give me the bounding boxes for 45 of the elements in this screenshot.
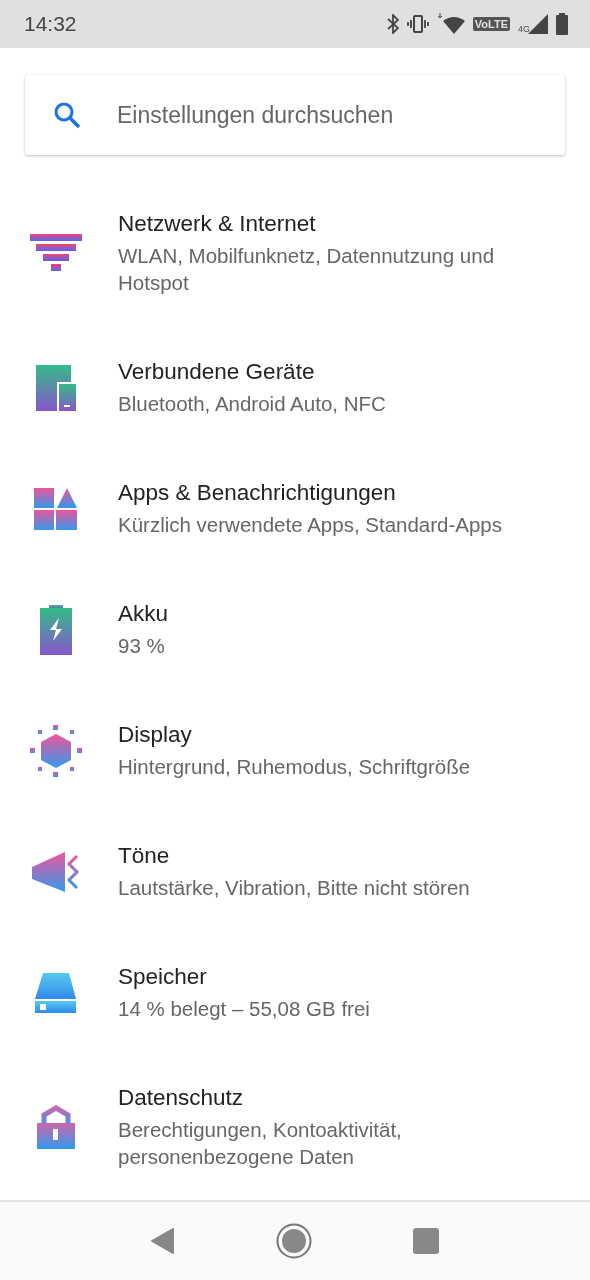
vibrate-icon [406, 15, 429, 33]
speaker-icon [32, 851, 80, 892]
item-title: Netzwerk & Internet [118, 210, 317, 238]
wifi-icon [436, 13, 465, 35]
item-title: Akku [118, 600, 169, 628]
status-time: 14:32 [24, 12, 77, 36]
item-summary: Berechtigungen, Kontoaktivität, personenbezogene Daten [118, 1117, 403, 1170]
item-title: Verbundene Geräte [118, 358, 316, 386]
battery-icon [556, 13, 568, 35]
item-summary: Lautstärke, Vibration, Bitte nicht stören [118, 875, 470, 901]
search-icon [53, 101, 81, 129]
item-summary: Hintergrund, Ruhemodus, Schriftgröße [118, 754, 471, 780]
brightness-icon [30, 724, 82, 777]
settings-item[interactable]: Datenschutz Berechtigungen, Kontoaktivität, personenbezogene Daten [0, 1053, 590, 1201]
settings-item[interactable]: Töne Lautstärke, Vibration, Bitte nicht stören [0, 811, 590, 932]
stacked-bars-icon [30, 234, 82, 272]
bluetooth-icon [386, 14, 399, 34]
item-title: Display [118, 721, 193, 749]
item-summary: Bluetooth, Android Auto, NFC [118, 391, 386, 417]
home-button[interactable] [276, 1223, 312, 1259]
settings-item[interactable]: Speicher 14 % belegt – 55,08 GB frei [0, 932, 590, 1053]
drive-icon [35, 972, 77, 1013]
item-summary: WLAN, Mobilfunknetz, Datennutzung und Hotspot [118, 243, 496, 296]
settings-item[interactable]: Akku 93 % [0, 569, 590, 690]
item-title: Speicher [118, 963, 208, 991]
back-button[interactable] [150, 1228, 175, 1254]
network-type: 4G [518, 24, 530, 34]
recents-button[interactable] [413, 1228, 440, 1254]
settings-item[interactable]: Apps & Benachrichtigungen Kürzlich verwendete Apps, Standard-Apps [0, 448, 590, 569]
item-summary: 14 % belegt – 55,08 GB frei [118, 996, 370, 1022]
signal-icon [528, 14, 548, 34]
item-title: Apps & Benachrichtigungen [118, 479, 397, 507]
settings-item[interactable]: Netzwerk & Internet WLAN, Mobilfunknetz, Datennutzung und Hotspot [0, 179, 590, 327]
volte-badge: VoLTE [472, 17, 510, 31]
item-title: Datenschutz [118, 1084, 245, 1112]
settings-item[interactable]: Display Hintergrund, Ruhemodus, Schriftgröße [0, 690, 590, 811]
settings-item[interactable]: Verbundene Geräte Bluetooth, Android Auto, NFC [0, 327, 590, 448]
item-summary: 93 % [118, 633, 166, 659]
search-field[interactable]: Einstellungen durchsuchen [115, 100, 537, 130]
item-summary: Kürzlich verwendete Apps, Standard-Apps [118, 512, 503, 538]
item-title: Töne [118, 842, 171, 870]
shapes-icon [34, 487, 78, 530]
battery-icon [40, 604, 72, 655]
devices-icon [36, 364, 76, 411]
lock-icon [37, 1105, 75, 1149]
